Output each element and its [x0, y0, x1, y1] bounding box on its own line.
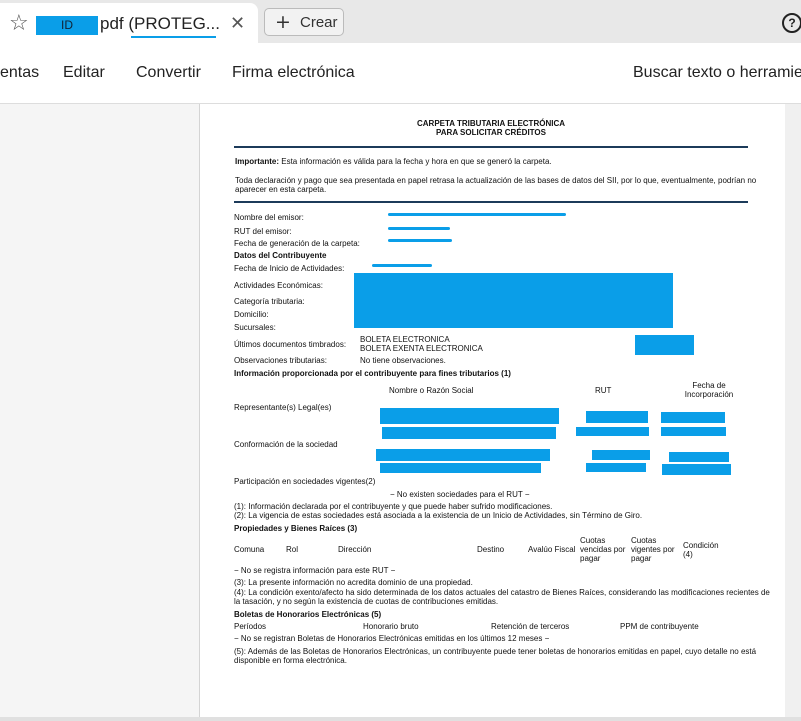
fecha-inicio-label: Fecha de Inicio de Actividades: [234, 264, 345, 273]
menu-editar[interactable]: Editar [63, 64, 105, 82]
redacted-rep-date-2 [661, 427, 726, 436]
redacted-ultimos-detail [635, 335, 694, 355]
redacted-conf-rut-1 [592, 450, 650, 460]
help-icon[interactable]: ? [782, 13, 801, 33]
doc-title-2: PARA SOLICITAR CRÉDITOS [436, 128, 546, 137]
redacted-conf-name-1 [376, 449, 550, 461]
tab-title: pdf (PROTEG... [100, 14, 220, 33]
close-icon[interactable]: ✕ [230, 13, 245, 34]
datos-contribuyente-heading: Datos del Contribuyente [234, 251, 327, 260]
title-rule [234, 146, 748, 148]
fecha-gen-label: Fecha de generación de la carpeta: [234, 239, 360, 248]
prop-col-vigentes-2: vigentes por [631, 545, 675, 554]
bol-col-retencion: Retención de terceros [491, 622, 570, 631]
info-proporcionada-heading: Información proporcionada por el contrib… [234, 369, 511, 378]
bol-col-ppm: PPM de contribuyente [620, 622, 699, 631]
observaciones-label: Observaciones tributarias: [234, 356, 327, 365]
important-label: Importante: [235, 157, 279, 166]
redacted-emisor-name [388, 213, 566, 216]
emisor-rut-label: RUT del emisor: [234, 227, 292, 236]
redacted-rep-rut-1 [586, 411, 648, 423]
redacted-rep-name-2 [382, 427, 556, 439]
redacted-contribuyente-block [354, 273, 673, 328]
menu-herramientas[interactable]: entas [0, 64, 39, 82]
prop-col-destino: Destino [477, 545, 505, 554]
note-line-2: aparecer en esta carpeta. [235, 185, 327, 194]
no-boletas: − No se registran Boletas de Honorarios … [234, 634, 550, 643]
redacted-tab-id: ID [36, 16, 98, 35]
crear-label: Crear [300, 14, 338, 31]
menu-bar: entas Editar Convertir Firma electrónica… [0, 43, 801, 104]
footnote-4a: (4): La condición exento/afecto ha sido … [234, 588, 770, 597]
col-fecha-1: Fecha de [692, 381, 726, 390]
propiedades-heading: Propiedades y Bienes Raíces (3) [234, 524, 358, 533]
prop-col-vencidas-2: vencidas por [580, 545, 626, 554]
prop-col-avaluo: Avalúo Fiscal [528, 545, 576, 554]
bol-col-periodos: Períodos [234, 622, 267, 631]
redacted-emisor-rut [388, 227, 450, 230]
emisor-name-label: Nombre del emisor: [234, 213, 304, 222]
bottom-border [0, 717, 801, 721]
prop-col-rol: Rol [286, 545, 299, 554]
star-icon[interactable]: ☆ [9, 13, 29, 35]
redacted-rep-date-1 [661, 412, 725, 423]
col-fecha-2: Incorporación [684, 390, 734, 399]
important-line: Importante: Esta información es válida p… [235, 157, 552, 166]
ultimos-value-2: BOLETA EXENTA ELECTRONICA [360, 344, 483, 353]
footnote-5a: (5): Además de las Boletas de Honorarios… [234, 647, 757, 656]
actividades-label: Actividades Económicas: [234, 281, 323, 290]
ultimos-label: Últimos documentos timbrados: [234, 340, 347, 349]
crear-button[interactable]: + Crear [264, 8, 344, 36]
footnote-4b: la tasación, y no según la existencia de… [234, 597, 499, 606]
bol-col-honorario: Honorario bruto [363, 622, 419, 631]
important-text: Esta información es válida para la fecha… [281, 157, 552, 166]
conformacion-label: Conformación de la sociedad [234, 440, 338, 449]
plus-icon: + [275, 11, 291, 33]
col-nombre-razon-social: Nombre o Razón Social [389, 386, 474, 395]
search-tools[interactable]: Buscar texto o herramie [633, 64, 801, 82]
footnote-3: (3): La presente información no acredita… [234, 578, 473, 587]
prop-col-vencidas-3: pagar [580, 554, 601, 563]
redacted-conf-date-2 [662, 464, 731, 475]
footnote-2: (2): La vigencia de estas sociedades est… [234, 511, 643, 520]
sucursales-label: Sucursales: [234, 323, 276, 332]
scrollbar[interactable] [785, 104, 801, 721]
prop-col-condicion-2: (4) [683, 550, 693, 559]
prop-col-vencidas-1: Cuotas [580, 536, 606, 545]
ultimos-value-1: BOLETA ELECTRONICA [360, 335, 450, 344]
left-panel [0, 104, 200, 721]
redacted-conf-rut-2 [586, 463, 646, 472]
redacted-conf-date-1 [669, 452, 729, 462]
prop-col-comuna: Comuna [234, 545, 265, 554]
redaction-underline [131, 36, 216, 38]
participacion-label: Participación en sociedades vigentes(2) [234, 477, 376, 486]
redacted-rep-rut-2 [576, 427, 649, 436]
prop-col-direccion: Dirección [338, 545, 372, 554]
footnote-1: (1): Información declarada por el contri… [234, 502, 553, 511]
redacted-fecha-inicio [372, 264, 432, 267]
prop-col-condicion-1: Condición [683, 541, 719, 550]
footnote-5b: disponible en forma electrónica. [234, 656, 347, 665]
prop-col-vigentes-3: pagar [631, 554, 652, 563]
tab-bar: ☆ ID pdf (PROTEG... ✕ + Crear ? [0, 0, 801, 43]
observaciones-value: No tiene observaciones. [360, 356, 446, 365]
browser-tab[interactable]: ☆ ID pdf (PROTEG... ✕ [0, 3, 258, 43]
no-sociedades: − No existen sociedades para el RUT − [390, 490, 530, 499]
representantes-label: Representante(s) Legal(es) [234, 403, 332, 412]
note-line-1: Toda declaración y pago que sea presenta… [235, 176, 757, 185]
doc-title-1: CARPETA TRIBUTARIA ELECTRÓNICA [417, 119, 565, 128]
prop-col-vigentes-1: Cuotas [631, 536, 657, 545]
redacted-conf-name-2 [380, 463, 541, 473]
intro-rule [234, 201, 748, 203]
col-rut: RUT [595, 386, 612, 395]
domicilio-label: Domicilio: [234, 310, 269, 319]
no-info-propiedades: − No se registra información para este R… [234, 566, 396, 575]
categoria-label: Categoría tributaria: [234, 297, 305, 306]
menu-firma-electronica[interactable]: Firma electrónica [232, 64, 355, 82]
redacted-rep-name-1 [380, 408, 559, 424]
boletas-heading: Boletas de Honorarios Electrónicas (5) [234, 610, 382, 619]
redacted-fecha-gen [388, 239, 452, 242]
menu-convertir[interactable]: Convertir [136, 64, 201, 82]
